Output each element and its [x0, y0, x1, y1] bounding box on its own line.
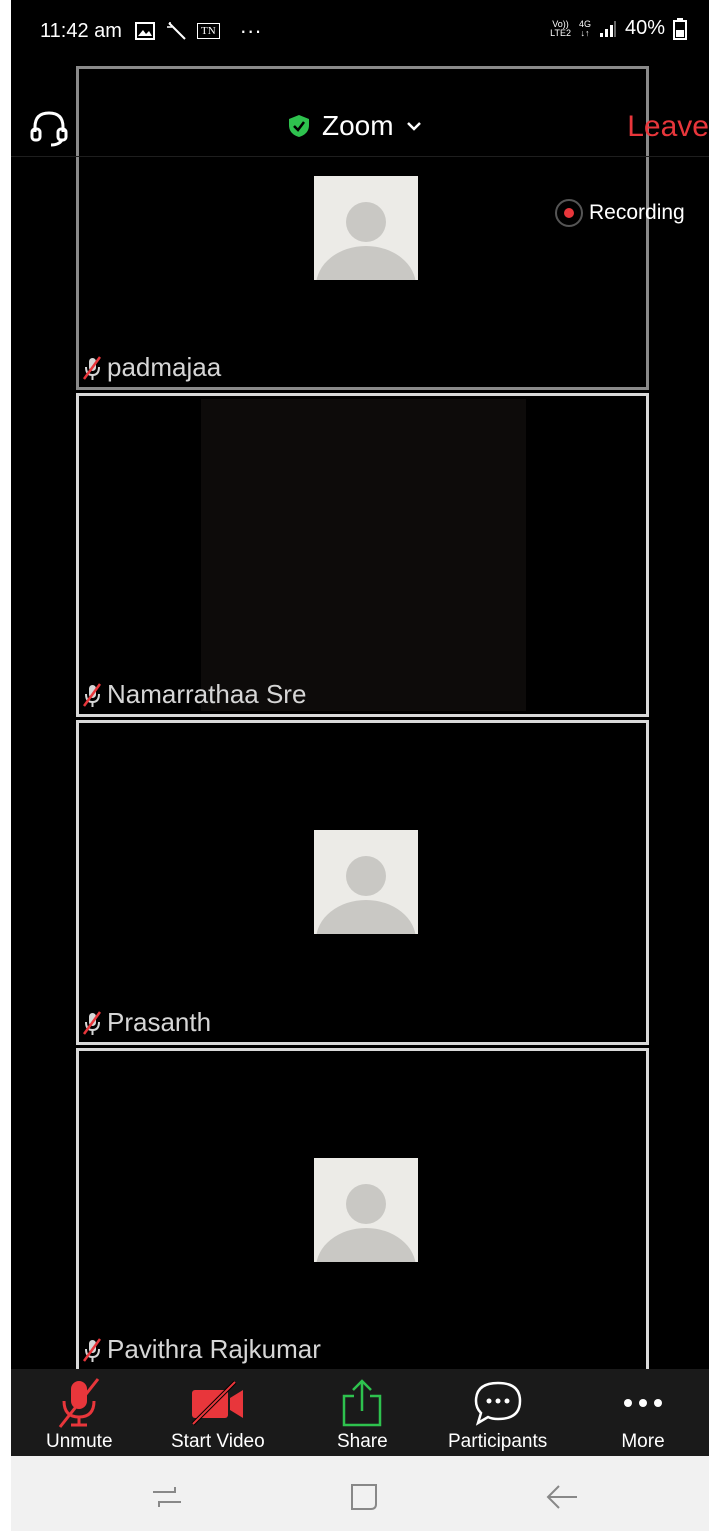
video-off-icon: [191, 1380, 243, 1426]
recent-apps-icon[interactable]: [147, 1482, 187, 1512]
participants-label: Participants: [448, 1431, 548, 1452]
start-video-label: Start Video: [171, 1431, 265, 1452]
more-label: More: [621, 1431, 665, 1452]
audio-headset-icon[interactable]: [29, 108, 69, 148]
share-upload-icon: [343, 1379, 382, 1427]
share-label: Share: [337, 1431, 388, 1452]
avatar: [314, 830, 418, 934]
more-notifications-icon: ···: [239, 18, 262, 43]
muted-mic-icon: [82, 1010, 102, 1035]
home-icon[interactable]: [344, 1482, 384, 1512]
header-divider: [11, 156, 709, 157]
magic-wand-icon: [167, 22, 186, 40]
status-bar: 11:42 am TN ··· Vo)) LTE2 4G ↓↑ 40%: [11, 0, 709, 66]
battery-icon: [673, 17, 687, 40]
android-nav-bar: [11, 1456, 709, 1531]
more-dots-icon: [624, 1399, 662, 1407]
participant-tile[interactable]: Namarrathaa Sre: [76, 393, 649, 717]
participants-button[interactable]: Participants: [448, 1375, 547, 1453]
meeting-toolbar: Unmute Start Video Share Participants Mo…: [11, 1369, 709, 1456]
back-arrow-icon[interactable]: [543, 1482, 583, 1512]
recording-indicator[interactable]: Recording: [555, 199, 685, 227]
participant-name: padmajaa: [107, 352, 222, 382]
unmute-label: Unmute: [46, 1431, 113, 1452]
status-time: 11:42 am: [40, 20, 122, 42]
recording-label: Recording: [589, 201, 685, 224]
unmute-button[interactable]: Unmute: [46, 1375, 113, 1453]
meeting-title-button[interactable]: Zoom: [288, 110, 422, 142]
participant-tile[interactable]: Prasanth: [76, 720, 649, 1045]
zoom-meeting-screen: 11:42 am TN ··· Vo)) LTE2 4G ↓↑ 40% padm…: [11, 0, 709, 1531]
chat-bubble-icon: [474, 1381, 521, 1426]
status-notification-icons: TN ···: [135, 18, 262, 44]
leave-button[interactable]: Leave: [627, 110, 709, 144]
participant-name-row: Namarrathaa Sre: [81, 679, 306, 710]
muted-mic-icon: [82, 355, 102, 380]
avatar: [314, 176, 418, 280]
record-icon: [555, 199, 583, 227]
status-right: Vo)) LTE2 4G ↓↑ 40%: [550, 17, 687, 40]
battery-percent: 40%: [624, 17, 665, 39]
muted-mic-icon: [82, 682, 102, 707]
sim-badge-icon: TN: [197, 23, 220, 39]
participant-tile[interactable]: Pavithra Rajkumar: [76, 1048, 649, 1372]
muted-mic-icon: [59, 1378, 100, 1428]
shield-check-icon: [289, 115, 309, 137]
video-feed: [201, 399, 526, 711]
participant-name: Prasanth: [107, 1007, 212, 1037]
muted-mic-icon: [82, 1337, 102, 1362]
gallery-icon: [135, 22, 155, 40]
participant-name-row: Prasanth: [81, 1007, 211, 1038]
meeting-header: Zoom Leave: [11, 100, 709, 158]
avatar: [314, 1158, 418, 1262]
share-button[interactable]: Share: [337, 1375, 388, 1453]
more-button[interactable]: More: [621, 1375, 665, 1453]
participant-name: Namarrathaa Sre: [107, 679, 307, 709]
chevron-down-icon: [406, 122, 421, 131]
participant-name-row: Pavithra Rajkumar: [81, 1334, 321, 1365]
network-gen-icon: 4G ↓↑: [578, 18, 591, 38]
signal-icon: [599, 20, 616, 37]
meeting-title: Zoom: [322, 110, 394, 141]
volte-icon: Vo)) LTE2: [550, 18, 571, 38]
start-video-button[interactable]: Start Video: [171, 1375, 265, 1453]
participant-name: Pavithra Rajkumar: [107, 1334, 321, 1364]
participant-name-row: padmajaa: [81, 352, 221, 383]
